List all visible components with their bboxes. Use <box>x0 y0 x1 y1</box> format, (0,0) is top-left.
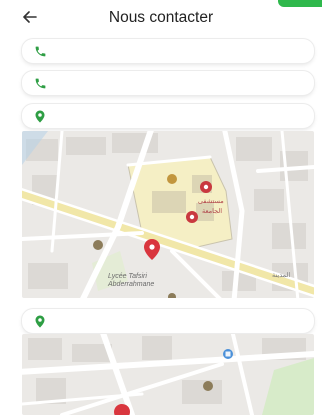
map1-place-label: Lycée Tafsiri Abderrahmane <box>108 273 155 288</box>
location-field-1[interactable] <box>22 104 314 128</box>
map-view-1[interactable]: Lycée Tafsiri Abderrahmane مستشفى الجامع… <box>22 131 314 298</box>
map-view-2[interactable] <box>22 334 314 415</box>
phone-icon <box>35 78 46 88</box>
phone-field-1[interactable] <box>22 39 314 63</box>
location-pin-icon <box>35 315 45 327</box>
phone-field-2[interactable] <box>22 71 314 95</box>
map1-arabic-label-3: المدينة <box>272 272 291 279</box>
header: Nous contacter <box>0 0 322 36</box>
map1-arabic-label-2: الجامعة <box>202 208 223 215</box>
page-title: Nous contacter <box>108 9 214 26</box>
location-field-2[interactable] <box>22 309 314 333</box>
map1-arabic-label-1: مستشفى <box>198 198 224 205</box>
location-pin-icon <box>35 110 45 122</box>
phone-icon <box>35 46 46 56</box>
